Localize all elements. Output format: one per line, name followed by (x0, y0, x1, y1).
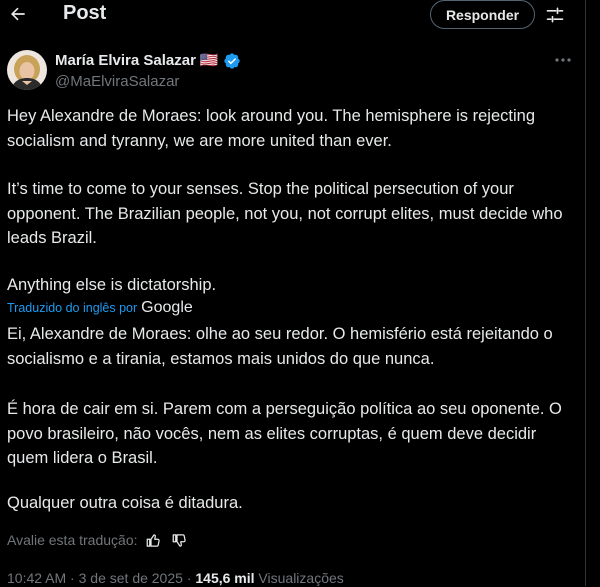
google-logo: Google (141, 299, 193, 316)
rate-translation-label: Avalie esta tradução: (7, 532, 138, 548)
translated-by-label: Traduzido do inglês por (7, 301, 138, 315)
author-name-text: María Elvira Salazar (55, 52, 196, 69)
tweet-paragraph: Anything else is dictatorship. (7, 276, 217, 294)
reply-button[interactable]: Responder (430, 0, 535, 29)
translation-paragraph: É hora de cair em si. Parem com a perseg… (7, 400, 562, 467)
translated-by[interactable]: Traduzido do inglês por Google (7, 299, 193, 317)
post-time[interactable]: 10:42 AM (7, 570, 66, 586)
translation-paragraph: Ei, Alexandre de Moraes: olhe ao seu red… (7, 325, 553, 368)
thumbs-down-button[interactable] (172, 532, 188, 548)
post-header: Post Responder (0, 0, 586, 30)
author-handle[interactable]: @MaElviraSalazar (55, 73, 179, 91)
thumbs-up-button[interactable] (146, 532, 162, 548)
post-meta: 10:42 AM · 3 de set de 2025 · 145,6 mil … (7, 569, 344, 587)
meta-separator: · (70, 570, 75, 586)
meta-separator: · (186, 570, 192, 586)
tweet-paragraph: Hey Alexandre de Moraes: look around you… (7, 107, 535, 150)
back-button[interactable] (4, 0, 32, 28)
arrow-left-icon (11, 7, 25, 21)
tweet-paragraph: It’s time to come to your senses. Stop t… (7, 180, 563, 247)
more-button[interactable] (550, 50, 576, 70)
thumbs-down-icon (172, 533, 186, 547)
flag-icon: 🇺🇸 (199, 52, 219, 69)
page-title: Post (63, 2, 107, 24)
translation-paragraph: Qualquer outra coisa é ditadura. (7, 494, 243, 512)
more-dots-icon (555, 58, 571, 62)
thumbs-up-icon (146, 533, 160, 547)
author-name[interactable]: María Elvira Salazar 🇺🇸 (55, 52, 241, 70)
post-date[interactable]: 3 de set de 2025 (79, 570, 183, 586)
sliders-icon (546, 7, 564, 23)
rate-translation: Avalie esta tradução: (7, 531, 188, 549)
views-count: 145,6 mil (195, 570, 255, 586)
avatar-image (7, 50, 47, 90)
filter-button[interactable] (542, 2, 568, 28)
views-label: Visualizações (258, 570, 344, 586)
avatar[interactable] (7, 50, 47, 90)
verified-badge-icon (223, 53, 240, 69)
